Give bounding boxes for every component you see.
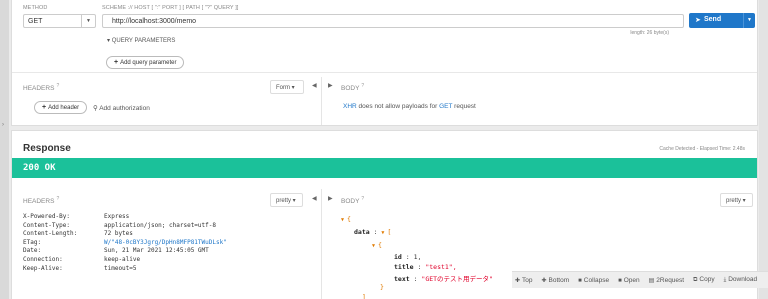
body-toolbar: ✚ Top ✚ Bottom ■ Collapse ■ Open ▤ 2Request ⧉… bbox=[512, 271, 768, 288]
collapse-left-icon[interactable]: ◀ bbox=[312, 195, 317, 202]
json-object-line: ▼{ bbox=[372, 241, 382, 249]
url-label: SCHEME :// HOST [ ":" PORT ] [ PATH [ "?… bbox=[102, 5, 239, 11]
plus-icon: + bbox=[114, 59, 119, 66]
fold-toggle-icon[interactable]: ▼ bbox=[381, 230, 384, 236]
json-array-close: ] bbox=[362, 293, 366, 299]
pretty-label: pretty bbox=[276, 198, 292, 204]
bottom-button[interactable]: ✚ Bottom bbox=[542, 277, 570, 284]
scrollbar[interactable] bbox=[759, 0, 768, 299]
help-icon[interactable]: ? bbox=[56, 196, 59, 202]
plus-square-icon: ■ bbox=[618, 277, 622, 284]
pretty-label: pretty bbox=[726, 198, 742, 204]
json-title-line: title : "test1", bbox=[394, 263, 457, 271]
top-button[interactable]: ✚ Top bbox=[515, 277, 533, 284]
method-select[interactable]: GET ▼ bbox=[23, 14, 96, 28]
add-authorization-link[interactable]: ⚲ Add authorization bbox=[93, 104, 150, 112]
divider bbox=[12, 72, 757, 73]
arrow-down-icon: ✚ bbox=[541, 277, 547, 284]
request-headers-title: HEADERS? bbox=[23, 83, 60, 93]
url-input[interactable]: http://localhost:3000/memo bbox=[102, 14, 684, 28]
key-icon: ⚲ bbox=[93, 105, 98, 112]
body-pretty-select[interactable]: pretty ▾ bbox=[720, 193, 753, 207]
open-button[interactable]: ■ Open bbox=[618, 277, 640, 284]
json-object-close: } bbox=[380, 283, 384, 291]
caret-down-icon: ▾ bbox=[107, 38, 111, 44]
response-meta: Cache Detected - Elapsed Time: 2.48s bbox=[659, 146, 745, 152]
json-text-line: text : "GETのテスト用データ" bbox=[394, 275, 493, 283]
add-authorization-label: Add authorization bbox=[99, 105, 150, 112]
add-header-button[interactable]: + Add header bbox=[34, 101, 88, 114]
fold-toggle-icon[interactable]: ▼ bbox=[372, 243, 375, 249]
add-query-parameter-button[interactable]: + Add query parameter bbox=[106, 56, 185, 69]
help-icon[interactable]: ? bbox=[361, 196, 364, 202]
to-request-button[interactable]: ▤ 2Request bbox=[649, 277, 685, 284]
chevron-down-icon[interactable]: ▼ bbox=[81, 15, 95, 27]
plus-icon: + bbox=[42, 104, 47, 111]
panel-divider[interactable] bbox=[321, 189, 322, 299]
paper-plane-icon: ➤ bbox=[695, 17, 701, 24]
method-label: METHOD bbox=[23, 5, 48, 11]
json-root-line: ▼{ bbox=[341, 215, 351, 223]
url-length: length: 26 byte(s) bbox=[630, 30, 669, 36]
request-body-title: BODY? bbox=[341, 83, 365, 93]
document-icon: ▤ bbox=[648, 277, 655, 284]
status-code: 200 OK bbox=[23, 163, 56, 173]
form-label: Form bbox=[276, 85, 290, 91]
url-value: http://localhost:3000/memo bbox=[112, 18, 197, 25]
fold-toggle-icon[interactable]: ▼ bbox=[341, 217, 344, 223]
help-icon[interactable]: ? bbox=[56, 83, 59, 89]
minus-square-icon: ■ bbox=[578, 277, 582, 284]
copy-icon: ⧉ bbox=[693, 277, 698, 283]
collapse-right-icon[interactable]: ▶ bbox=[328, 82, 333, 89]
chevron-right-icon[interactable]: › bbox=[2, 122, 4, 128]
copy-button[interactable]: ⧉ Copy bbox=[693, 276, 714, 284]
collapse-left-icon[interactable]: ◀ bbox=[312, 82, 317, 89]
json-data-line: data : ▼[ bbox=[354, 228, 392, 236]
send-label: Send bbox=[704, 16, 722, 23]
response-panel: Response Cache Detected - Elapsed Time: … bbox=[11, 130, 768, 299]
send-button[interactable]: ➤ Send ▼ bbox=[689, 13, 755, 28]
xhr-link[interactable]: XHR bbox=[343, 103, 357, 110]
left-collapse-strip[interactable]: › bbox=[0, 0, 9, 299]
response-body-title: BODY? bbox=[341, 196, 365, 206]
help-icon[interactable]: ? bbox=[361, 83, 364, 89]
panel-divider[interactable] bbox=[321, 77, 322, 125]
download-button[interactable]: ⤓ Download bbox=[724, 276, 758, 284]
collapse-button[interactable]: ■ Collapse bbox=[578, 277, 609, 284]
query-parameters-toggle[interactable]: ▾ QUERY PARAMETERS bbox=[107, 37, 175, 44]
body-note: XHR does not allow payloads for GET requ… bbox=[343, 103, 476, 110]
response-headers-title: HEADERS? bbox=[23, 196, 60, 206]
add-header-label: Add header bbox=[48, 105, 80, 111]
headers-pretty-select[interactable]: pretty ▾ bbox=[270, 193, 303, 207]
json-id-line: id : 1, bbox=[394, 253, 422, 261]
add-query-parameter-label: Add query parameter bbox=[120, 60, 177, 66]
request-panel: METHOD SCHEME :// HOST [ ":" PORT ] [ PA… bbox=[11, 0, 758, 126]
download-icon: ⤓ bbox=[723, 277, 727, 283]
headers-format-select[interactable]: Form ▾ bbox=[270, 80, 304, 94]
response-title: Response bbox=[23, 143, 71, 154]
arrow-up-icon: ✚ bbox=[515, 277, 521, 284]
status-bar: 200 OK bbox=[12, 158, 757, 178]
get-link[interactable]: GET bbox=[439, 103, 452, 110]
method-value: GET bbox=[28, 18, 43, 25]
send-options-chevron-icon[interactable]: ▼ bbox=[743, 13, 755, 28]
query-parameters-label: QUERY PARAMETERS bbox=[111, 38, 176, 44]
collapse-right-icon[interactable]: ▶ bbox=[328, 195, 333, 202]
